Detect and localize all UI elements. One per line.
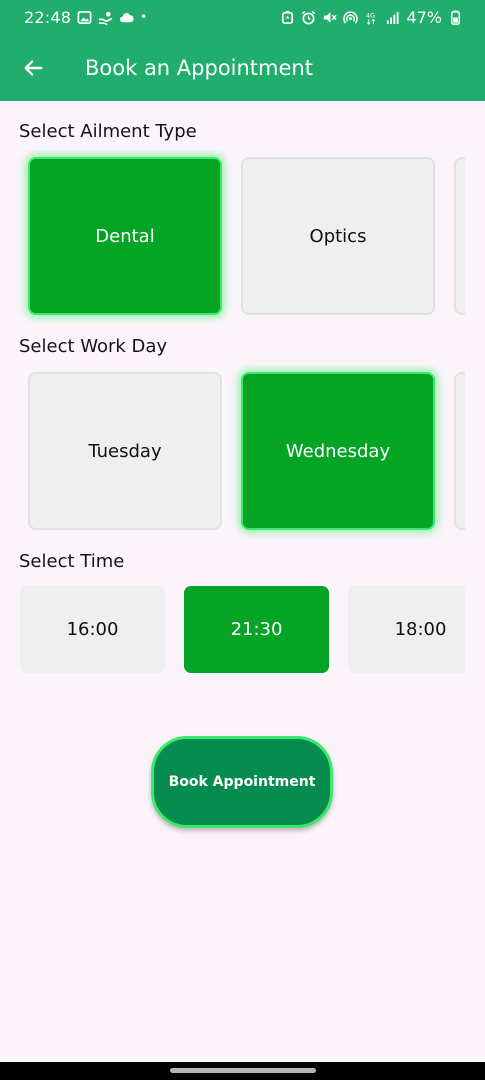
book-appointment-button[interactable]: Book Appointment [151, 736, 333, 828]
time-option-1800[interactable]: 18:00 [348, 586, 465, 673]
back-button[interactable] [13, 48, 53, 88]
alarm-icon [301, 10, 316, 25]
time-option-1600[interactable]: 16:00 [20, 586, 165, 673]
home-gesture-handle[interactable] [170, 1068, 316, 1073]
battery-icon [448, 9, 463, 25]
ailment-option-dental[interactable]: Dental [28, 157, 222, 315]
network-4g-icon: 4G [364, 10, 379, 25]
status-bar: 22:48 • 4G 47% [0, 0, 485, 34]
notification-dot: • [140, 10, 148, 24]
work-day-option-wednesday[interactable]: Wednesday [241, 372, 435, 530]
ailment-section-label: Select Ailment Type [19, 121, 197, 142]
ailment-option-optics[interactable]: Optics [241, 157, 435, 315]
time-option-2130[interactable]: 21:30 [184, 586, 329, 673]
app-bar: Book an Appointment [0, 34, 485, 101]
status-left: 22:48 • [24, 8, 147, 27]
ailment-option-partial[interactable] [454, 157, 465, 315]
page-title: Book an Appointment [85, 55, 313, 80]
time-section-label: Select Time [19, 551, 125, 572]
work-day-option-tuesday[interactable]: Tuesday [28, 372, 222, 530]
gallery-icon [77, 10, 92, 25]
work-day-section-label: Select Work Day [19, 336, 168, 357]
mute-icon [322, 10, 338, 25]
battery-saver-icon [280, 10, 295, 25]
hotspot-icon [343, 10, 359, 25]
signal-icon [385, 10, 400, 25]
work-day-options-row[interactable]: Tuesday Wednesday [0, 365, 465, 540]
cloud-icon [119, 10, 134, 25]
battery-percent: 47% [406, 7, 442, 27]
status-time: 22:48 [24, 7, 72, 27]
svg-text:4G: 4G [366, 11, 375, 19]
arrow-left-icon [24, 59, 43, 76]
work-day-option-partial[interactable] [454, 372, 465, 530]
time-options-row[interactable]: 16:00 21:30 18:00 [0, 586, 465, 674]
status-right: 4G 47% [280, 8, 463, 27]
ailment-options-row[interactable]: Dental Optics [0, 150, 465, 324]
hand-money-icon [98, 10, 113, 25]
system-nav-bar [0, 1062, 485, 1080]
